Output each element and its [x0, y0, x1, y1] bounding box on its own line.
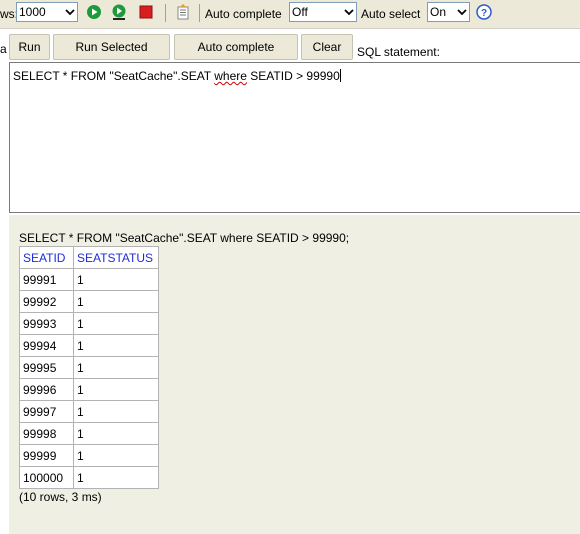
table-cell: 1 [73, 378, 159, 401]
stop-icon[interactable] [138, 4, 154, 20]
table-row: 100000 1 [19, 466, 159, 489]
toolbar-divider [165, 4, 166, 22]
max-rows-select[interactable]: 1000 [16, 2, 78, 22]
table-cell: 99995 [19, 356, 74, 379]
table-row: 99992 1 [19, 290, 159, 313]
auto-complete-select[interactable]: Off [289, 2, 357, 22]
table-cell: 99998 [19, 422, 74, 445]
auto-complete-value: Off [292, 5, 308, 19]
table-row: 99998 1 [19, 422, 159, 445]
svg-text:?: ? [481, 8, 487, 19]
table-cell: 99993 [19, 312, 74, 335]
toolbar-divider [199, 4, 200, 22]
table-cell: 1 [73, 290, 159, 313]
table-cell: 1 [73, 356, 159, 379]
table-row: 99993 1 [19, 312, 159, 335]
table-cell: 1 [73, 444, 159, 467]
auto-select-label: Auto select [361, 7, 421, 21]
table-row: 99997 1 [19, 400, 159, 423]
table-row: 99995 1 [19, 356, 159, 379]
table-cell: 1 [73, 334, 159, 357]
column-header[interactable]: SEATID [19, 246, 74, 269]
table-row: 99999 1 [19, 444, 159, 467]
chevron-down-icon [65, 9, 75, 16]
run-icon[interactable] [86, 4, 102, 20]
table-cell: 99999 [19, 444, 74, 467]
max-rows-value: 1000 [19, 5, 46, 19]
auto-complete-button[interactable]: Auto complete [174, 34, 298, 60]
chevron-down-icon [344, 9, 354, 16]
table-cell: 99996 [19, 378, 74, 401]
table-cell: 1 [73, 312, 159, 335]
text-caret [339, 69, 341, 82]
executed-statement: SELECT * FROM "SeatCache".SEAT where SEA… [19, 231, 350, 245]
sql-text: SELECT * FROM "SeatCache".SEAT [13, 69, 215, 83]
help-icon[interactable]: ? [476, 4, 492, 20]
table-cell: 99992 [19, 290, 74, 313]
results-panel: SELECT * FROM "SeatCache".SEAT where SEA… [9, 215, 580, 534]
auto-select-value: On [430, 5, 447, 19]
table-cell: 99994 [19, 334, 74, 357]
chevron-down-icon [457, 9, 467, 16]
run-button[interactable]: Run [9, 34, 50, 60]
auto-select-select[interactable]: On [427, 2, 470, 22]
results-table: SEATID SEATSTATUS 99991 1 99992 1 99993 1 9… [19, 246, 159, 489]
table-cell: 1 [73, 466, 159, 489]
clipped-label: a [0, 42, 7, 56]
table-cell: 1 [73, 400, 159, 423]
table-header-row: SEATID SEATSTATUS [19, 246, 159, 269]
sql-statement-label: SQL statement: [357, 45, 440, 59]
table-cell: 99991 [19, 268, 74, 291]
history-icon[interactable] [175, 4, 191, 20]
table-cell: 1 [73, 422, 159, 445]
sql-text-misspelled: where [214, 69, 247, 83]
table-row: 99991 1 [19, 268, 159, 291]
result-summary: (10 rows, 3 ms) [19, 490, 102, 504]
table-row: 99994 1 [19, 334, 159, 357]
table-row: 99996 1 [19, 378, 159, 401]
table-cell: 99997 [19, 400, 74, 423]
toolbar: ws: 1000 Auto complete Off Auto select O… [0, 0, 580, 29]
table-cell: 100000 [19, 466, 74, 489]
run-selected-button[interactable]: Run Selected [53, 34, 170, 60]
button-bar: a Run Run Selected Auto complete Clear S… [0, 30, 580, 62]
auto-complete-label: Auto complete [205, 7, 282, 21]
sql-text: SEATID > 99990 [246, 69, 340, 83]
clear-button[interactable]: Clear [301, 34, 353, 60]
sql-editor[interactable]: SELECT * FROM "SeatCache".SEAT where SEA… [9, 62, 580, 213]
run-selected-icon[interactable] [111, 4, 127, 20]
table-cell: 1 [73, 268, 159, 291]
column-header[interactable]: SEATSTATUS [73, 246, 159, 269]
